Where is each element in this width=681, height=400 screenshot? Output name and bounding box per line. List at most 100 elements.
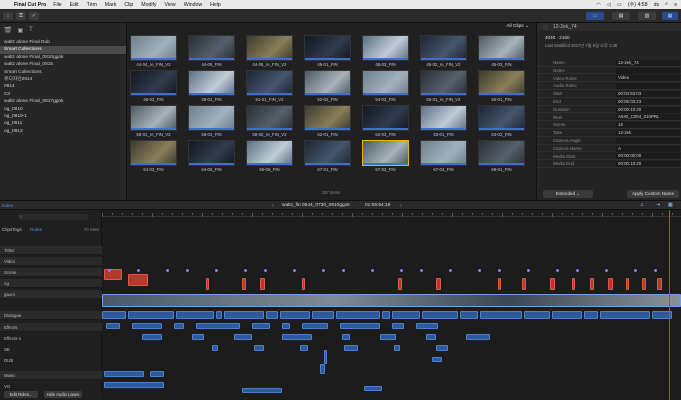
music-clip[interactable] (364, 386, 382, 391)
title-clip[interactable] (550, 278, 555, 290)
clip-thumbnail[interactable] (188, 70, 235, 96)
effect-clip[interactable] (394, 345, 400, 351)
effect-clip[interactable] (300, 345, 308, 351)
clip-thumbnail[interactable] (304, 140, 351, 166)
clip-thumbnail[interactable] (420, 105, 467, 131)
check-icon[interactable]: ✓ (29, 12, 39, 20)
clip-thumbnail[interactable] (362, 105, 409, 131)
marker[interactable] (108, 269, 111, 272)
clip-thumbnail[interactable] (246, 70, 293, 96)
connected-clip[interactable] (176, 311, 214, 319)
marker[interactable] (293, 269, 296, 272)
menu-view[interactable]: View (165, 2, 176, 8)
tab-roles[interactable]: Roles (30, 227, 42, 232)
metadata-value[interactable] (616, 83, 680, 90)
app-menu[interactable]: Final Cut Pro (14, 2, 46, 8)
library-item[interactable]: waltz alone Final_0810ggok (0, 54, 126, 61)
menu-help[interactable]: Help (210, 2, 221, 8)
clip-thumbnail[interactable] (246, 105, 293, 131)
connected-clip[interactable] (392, 311, 420, 319)
marker[interactable] (264, 269, 267, 272)
playhead[interactable] (669, 210, 670, 400)
metadata-value[interactable]: 12-2ek_74 (616, 59, 680, 66)
clip-thumbnail[interactable] (362, 70, 409, 96)
marker[interactable] (244, 269, 247, 272)
clip-thumbnail[interactable] (130, 35, 177, 61)
effect-clip[interactable] (106, 323, 120, 329)
menu-edit[interactable]: Edit (70, 2, 79, 8)
edit-roles-button[interactable]: Edit Roles... (4, 391, 38, 398)
clip-thumbnail[interactable] (130, 70, 177, 96)
title-clip[interactable] (608, 278, 613, 290)
music-clip[interactable] (242, 388, 282, 393)
wifi-icon[interactable]: ◠ (596, 2, 601, 8)
titles-icon[interactable]: T (29, 27, 33, 35)
library-item[interactable]: C0 (0, 91, 126, 98)
title-clip[interactable] (626, 278, 629, 290)
clip-thumbnail[interactable] (130, 105, 177, 131)
clip-thumbnail[interactable] (362, 140, 409, 166)
connected-clip[interactable] (524, 311, 550, 319)
marker[interactable] (342, 269, 345, 272)
effect-clip[interactable] (380, 334, 396, 340)
effect-clip[interactable] (392, 323, 404, 329)
metadata-value[interactable]: 16 (616, 122, 680, 129)
metadata-value[interactable]: Video (616, 75, 680, 82)
music-clip[interactable] (104, 371, 144, 377)
role-row[interactable]: SE (0, 345, 102, 354)
effect-clip[interactable] (342, 334, 350, 340)
metadata-view-select[interactable]: Extended ⌄ (543, 190, 593, 198)
menu-trim[interactable]: Trim (87, 2, 97, 8)
title-clip[interactable] (242, 278, 246, 290)
clip-thumbnail[interactable] (420, 140, 467, 166)
timeline[interactable] (102, 210, 681, 400)
marker[interactable] (654, 269, 657, 272)
library-item[interactable]: waltz alone Final_0815 (0, 61, 126, 68)
title-clip[interactable] (657, 278, 662, 290)
photos-icon[interactable]: ▣ (17, 27, 23, 35)
clip-thumbnail[interactable] (130, 140, 177, 166)
metadata-value[interactable]: A (616, 145, 680, 152)
library-item[interactable]: waltz alone Final_0817ggok (0, 98, 126, 105)
metadata-value[interactable]: 00:05:03:23 (616, 98, 680, 105)
metadata-value[interactable]: 00:04:53:03 (616, 90, 680, 97)
clip-thumbnail[interactable] (304, 105, 351, 131)
title-clip[interactable] (302, 278, 305, 290)
connected-clip[interactable] (336, 311, 380, 319)
inspector-toggle-icon[interactable]: ▦ (662, 12, 678, 20)
forward-icon[interactable]: › (400, 203, 402, 209)
effect-clip[interactable] (466, 334, 490, 340)
title-clip[interactable] (590, 278, 594, 290)
apply-custom-name-button[interactable]: Apply Custom Name (627, 190, 679, 198)
libraries-icon[interactable]: 🎬 (4, 27, 11, 35)
role-row[interactable]: Video (0, 257, 102, 266)
effect-clip[interactable] (254, 345, 264, 351)
menu-modify[interactable]: Modify (141, 2, 156, 8)
effect-clip[interactable] (282, 323, 290, 329)
title-clip[interactable] (642, 278, 646, 290)
library-item[interactable]: og_0811 (0, 120, 126, 127)
clip-thumbnail[interactable] (304, 70, 351, 96)
marker[interactable] (322, 269, 325, 272)
clip-thumbnail[interactable] (362, 35, 409, 61)
connected-clip[interactable] (600, 311, 650, 319)
marker[interactable] (634, 269, 637, 272)
connected-clip[interactable] (480, 311, 522, 319)
title-clip[interactable] (104, 269, 122, 280)
connected-clip[interactable] (312, 311, 334, 319)
back-icon[interactable]: ‹ (272, 203, 274, 209)
marker[interactable] (556, 269, 559, 272)
metadata-value[interactable]: 00:00:00:00 (616, 153, 680, 160)
effect-clip[interactable] (212, 345, 218, 351)
browser-toggle-icon[interactable]: ▤ (612, 12, 630, 20)
menu-window[interactable]: Window (184, 2, 202, 8)
metadata-value[interactable] (616, 137, 680, 144)
connected-clip[interactable] (280, 311, 310, 319)
audio-clip[interactable] (324, 350, 327, 364)
clip-thumbnail[interactable] (478, 35, 525, 61)
effect-clip[interactable] (416, 323, 438, 329)
info-icon[interactable]: ⓘ (543, 24, 548, 31)
connected-clip[interactable] (102, 311, 126, 319)
marker[interactable] (371, 269, 374, 272)
clips-filter[interactable]: All Clips ⌄ (506, 24, 529, 29)
